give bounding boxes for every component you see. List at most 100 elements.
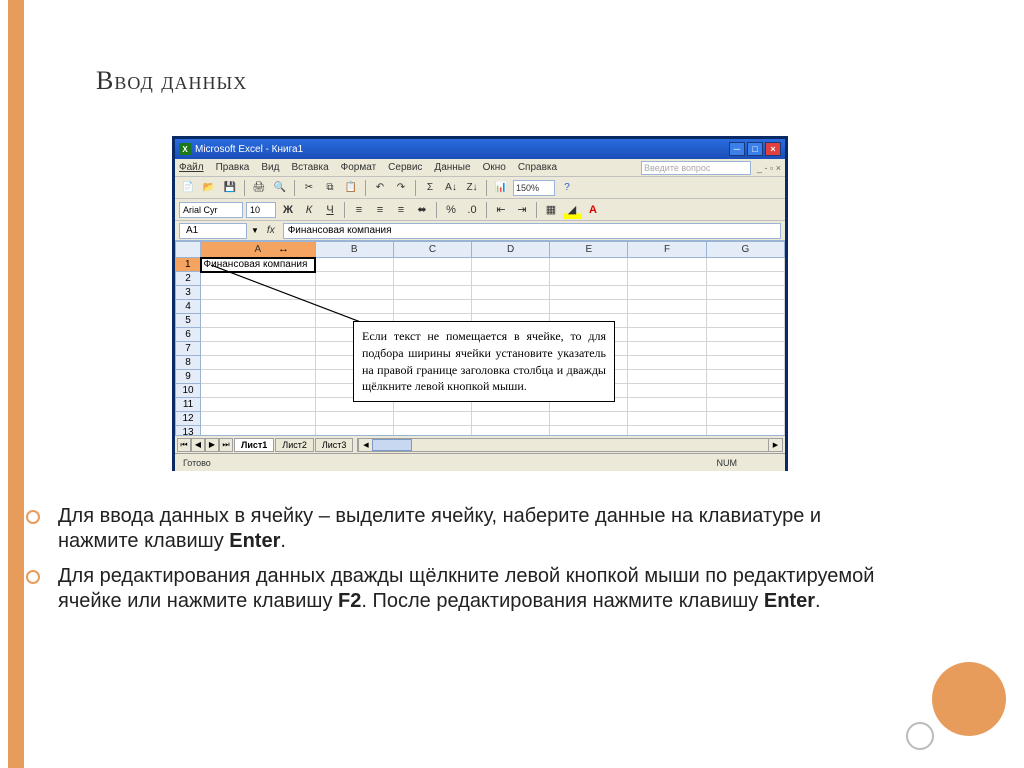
status-bar: Готово NUM: [175, 453, 785, 471]
decimal-inc-icon[interactable]: .0: [463, 201, 481, 219]
bullet-item-1: Для ввода данных в ячейку – выделите яче…: [26, 504, 906, 554]
col-header-g[interactable]: G: [706, 242, 784, 258]
row-header-6[interactable]: 6: [176, 328, 201, 342]
tab-prev-icon[interactable]: ◀: [191, 438, 205, 452]
help-icon[interactable]: ?: [558, 179, 576, 197]
merge-icon[interactable]: ⬌: [413, 201, 431, 219]
maximize-button[interactable]: □: [747, 142, 763, 156]
align-right-icon[interactable]: ≡: [392, 201, 410, 219]
open-icon[interactable]: 📂: [200, 179, 218, 197]
col-header-d[interactable]: D: [472, 242, 550, 258]
paste-icon[interactable]: 📋: [342, 179, 360, 197]
menu-format[interactable]: Формат: [341, 162, 377, 173]
status-numlock: NUM: [717, 458, 738, 468]
row-header-10[interactable]: 10: [176, 384, 201, 398]
help-search-input[interactable]: Введите вопрос: [641, 161, 751, 175]
sheet-tabs-bar: ⏮ ◀ ▶ ⏭ Лист1 Лист2 Лист3 ◀ ▶: [175, 435, 785, 453]
row-header-12[interactable]: 12: [176, 412, 201, 426]
bullet-icon: [26, 570, 40, 584]
redo-icon[interactable]: ↷: [392, 179, 410, 197]
row-header-8[interactable]: 8: [176, 356, 201, 370]
menu-bar: Файл Правка Вид Вставка Формат Сервис Да…: [175, 159, 785, 177]
col-header-e[interactable]: E: [550, 242, 628, 258]
excel-window: X Microsoft Excel - Книга1 ─ □ × Файл Пр…: [172, 136, 788, 471]
bullet-icon: [26, 510, 40, 524]
column-resize-cursor-icon: ↔: [278, 243, 289, 255]
select-all-corner[interactable]: [176, 242, 201, 258]
menu-data[interactable]: Данные: [434, 162, 470, 173]
bold-button[interactable]: Ж: [279, 201, 297, 219]
undo-icon[interactable]: ↶: [371, 179, 389, 197]
col-header-b[interactable]: B: [315, 242, 393, 258]
status-ready: Готово: [183, 458, 717, 468]
row-header-3[interactable]: 3: [176, 286, 201, 300]
copy-icon[interactable]: ⧉: [321, 179, 339, 197]
titlebar: X Microsoft Excel - Книга1 ─ □ ×: [175, 139, 785, 159]
slide-title: Ввод данных: [96, 66, 247, 96]
font-name-select[interactable]: Arial Cyr: [179, 202, 243, 218]
tab-next-icon[interactable]: ▶: [205, 438, 219, 452]
align-left-icon[interactable]: ≡: [350, 201, 368, 219]
menu-tools[interactable]: Сервис: [388, 162, 422, 173]
doc-close-controls[interactable]: _ ‑ ▫ ×: [757, 163, 781, 173]
indent-dec-icon[interactable]: ⇤: [492, 201, 510, 219]
row-header-4[interactable]: 4: [176, 300, 201, 314]
row-header-7[interactable]: 7: [176, 342, 201, 356]
dropdown-icon[interactable]: ▼: [251, 226, 259, 235]
row-header-13[interactable]: 13: [176, 426, 201, 436]
slide-decoration-ring: [906, 722, 934, 750]
row-header-1[interactable]: 1: [176, 258, 201, 272]
menu-insert[interactable]: Вставка: [291, 162, 328, 173]
menu-file[interactable]: Файл: [179, 162, 204, 173]
col-header-f[interactable]: F: [628, 242, 706, 258]
callout-tip: Если текст не помещается в ячейке, то дл…: [353, 321, 615, 402]
autosum-icon[interactable]: Σ: [421, 179, 439, 197]
fill-color-icon[interactable]: ◢: [563, 201, 581, 219]
cell-a1[interactable]: Финансовая компания: [201, 258, 316, 272]
scroll-right-icon[interactable]: ▶: [768, 439, 782, 451]
indent-inc-icon[interactable]: ⇥: [513, 201, 531, 219]
menu-view[interactable]: Вид: [261, 162, 279, 173]
menu-window[interactable]: Окно: [483, 162, 506, 173]
name-box[interactable]: A1: [179, 223, 247, 239]
align-center-icon[interactable]: ≡: [371, 201, 389, 219]
cut-icon[interactable]: ✂: [300, 179, 318, 197]
horizontal-scrollbar[interactable]: ◀ ▶: [357, 438, 783, 452]
sheet-tab-2[interactable]: Лист2: [275, 438, 314, 452]
sort-desc-icon[interactable]: Z↓: [463, 179, 481, 197]
menu-edit[interactable]: Правка: [216, 162, 250, 173]
font-color-icon[interactable]: A: [584, 201, 602, 219]
preview-icon[interactable]: 🔍: [271, 179, 289, 197]
sheet-tab-1[interactable]: Лист1: [234, 438, 274, 452]
row-header-11[interactable]: 11: [176, 398, 201, 412]
fx-label[interactable]: fx: [267, 225, 275, 236]
border-icon[interactable]: ▦: [542, 201, 560, 219]
sheet-tab-3[interactable]: Лист3: [315, 438, 354, 452]
close-button[interactable]: ×: [765, 142, 781, 156]
scroll-left-icon[interactable]: ◀: [358, 439, 372, 451]
menu-help[interactable]: Справка: [518, 162, 557, 173]
formula-input[interactable]: Финансовая компания: [283, 223, 781, 239]
col-header-a[interactable]: A: [201, 242, 316, 258]
font-size-select[interactable]: 10: [246, 202, 276, 218]
sort-asc-icon[interactable]: A↓: [442, 179, 460, 197]
tab-first-icon[interactable]: ⏮: [177, 438, 191, 452]
chart-icon[interactable]: 📊: [492, 179, 510, 197]
zoom-level[interactable]: 150%: [513, 180, 555, 196]
scroll-thumb[interactable]: [372, 439, 412, 451]
currency-icon[interactable]: %: [442, 201, 460, 219]
save-icon[interactable]: 💾: [221, 179, 239, 197]
row-header-5[interactable]: 5: [176, 314, 201, 328]
tab-last-icon[interactable]: ⏭: [219, 438, 233, 452]
minimize-button[interactable]: ─: [729, 142, 745, 156]
print-icon[interactable]: 🖨: [250, 179, 268, 197]
standard-toolbar: 📄 📂 💾 🖨 🔍 ✂ ⧉ 📋 ↶ ↷ Σ A↓ Z↓ 📊 150% ?: [175, 177, 785, 199]
underline-button[interactable]: Ч: [321, 201, 339, 219]
row-header-9[interactable]: 9: [176, 370, 201, 384]
new-icon[interactable]: 📄: [179, 179, 197, 197]
col-header-c[interactable]: C: [393, 242, 471, 258]
excel-icon: X: [179, 143, 191, 155]
italic-button[interactable]: К: [300, 201, 318, 219]
row-header-2[interactable]: 2: [176, 272, 201, 286]
spreadsheet-grid[interactable]: A B C D E F G 1Финансовая компания 2 3 4…: [175, 241, 785, 435]
